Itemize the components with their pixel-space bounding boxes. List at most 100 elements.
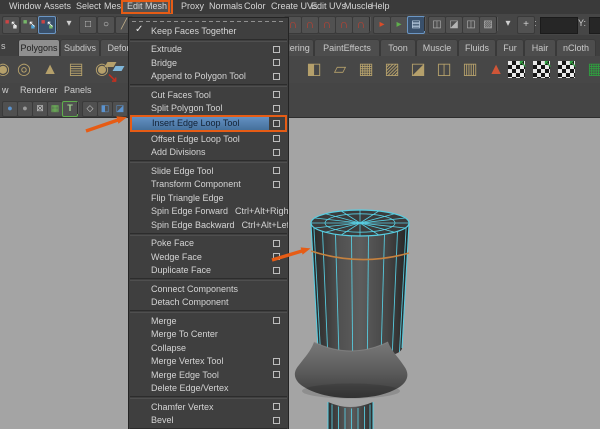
circle-select-icon[interactable]: ○ <box>97 16 115 34</box>
shelf-tab-partial[interactable]: s <box>1 41 6 51</box>
poly-cone-icon[interactable]: ▲ <box>38 58 62 82</box>
menu-item-flip-triangle-edge[interactable]: Flip Triangle Edge <box>129 191 288 205</box>
menu-item-duplicate-face[interactable]: Duplicate Face <box>129 264 288 278</box>
field-menu-arrow-icon[interactable]: ▾ <box>500 16 516 32</box>
menu-item-extrude[interactable]: Extrude <box>129 43 288 57</box>
menu-item-delete-edge-vertex[interactable]: Delete Edge/Vertex <box>129 382 288 396</box>
option-box[interactable] <box>273 167 280 175</box>
option-box[interactable] <box>273 253 280 261</box>
shelf-tab-painteffects[interactable]: PaintEffects <box>314 39 380 57</box>
menu-item-poke-face[interactable]: Poke Face <box>129 237 288 251</box>
menu-window[interactable]: Window <box>5 0 45 13</box>
uv-automatic-map-icon[interactable]: ▦ <box>583 58 600 82</box>
rect-select-icon[interactable]: □ <box>79 16 97 34</box>
uv-spherical-map-icon[interactable] <box>558 56 577 78</box>
poly-cube-icon[interactable]: ◧ <box>302 58 326 82</box>
shelf-tab-fluids[interactable]: Fluids <box>458 39 496 57</box>
option-box[interactable] <box>273 148 280 156</box>
option-box[interactable] <box>273 135 280 143</box>
option-box[interactable] <box>273 72 280 80</box>
option-box[interactable] <box>273 416 280 424</box>
poly-mesh-vertex-icon[interactable]: ▦ <box>354 58 378 82</box>
textured-cube-icon[interactable]: ◪ <box>112 101 128 117</box>
menu-item-merge-edge-tool[interactable]: Merge Edge Tool <box>129 368 288 382</box>
poly-torus-icon[interactable]: ◎ <box>12 58 36 82</box>
shelf-tab-subdivs[interactable]: Subdivs <box>60 39 100 57</box>
poly-plane-icon[interactable]: ▱ <box>328 58 352 82</box>
lighting-sphere-icon[interactable]: ● <box>2 101 18 117</box>
menu-item-transform-component[interactable]: Transform Component <box>129 178 288 192</box>
input-connections-icon[interactable]: ▸ <box>373 16 391 34</box>
menu-proxy[interactable]: Proxy <box>177 0 208 13</box>
poly-fold-icon[interactable]: ◪ <box>406 58 430 82</box>
shelf-tab-ncloth[interactable]: nCloth <box>556 39 596 57</box>
menu-item-spin-edge-backward[interactable]: Spin Edge Backward Ctrl+Alt+Left <box>129 218 288 232</box>
menu-assets[interactable]: Assets <box>40 0 75 13</box>
grid-display-icon[interactable]: ▦ <box>47 101 63 117</box>
viewport-3d[interactable] <box>0 117 600 429</box>
menu-item-slide-edge-tool[interactable]: Slide Edge Tool <box>129 164 288 178</box>
menu-item-insert-edge-loop-tool[interactable]: Insert Edge Loop Tool <box>130 115 287 132</box>
wireframe-cube-icon[interactable]: ◇ <box>82 101 98 117</box>
option-box[interactable] <box>273 45 280 53</box>
menu-item-bridge[interactable]: Bridge <box>129 56 288 70</box>
shelf-tab-hair[interactable]: Hair <box>524 39 556 57</box>
menu-item-detach-component[interactable]: Detach Component <box>129 296 288 310</box>
menu-item-collapse[interactable]: Collapse <box>129 341 288 355</box>
menu-item-wedge-face[interactable]: Wedge Face <box>129 250 288 264</box>
menu-help[interactable]: Help <box>367 0 394 13</box>
option-box[interactable] <box>273 180 280 188</box>
menu-item-chamfer-vertex[interactable]: Chamfer Vertex <box>129 400 288 414</box>
option-box[interactable] <box>273 266 280 274</box>
panel-menu-show-partial[interactable]: w <box>2 85 9 95</box>
shelf-tab-toon[interactable]: Toon <box>380 39 416 57</box>
output-connections-icon[interactable]: ▸ <box>390 16 408 34</box>
projection-axis-icon[interactable]: ▲ <box>484 58 508 82</box>
no-texture-icon[interactable]: ⊠ <box>32 101 48 117</box>
menu-edit-mesh[interactable]: Edit Mesh <box>120 0 174 15</box>
shelf-tab-fur[interactable]: Fur <box>496 39 524 57</box>
select-by-object-icon[interactable]: ■ ■ ↖ <box>20 16 38 34</box>
snap-to-curves-icon[interactable]: ∩ <box>301 16 319 34</box>
shaded-cube-icon[interactable]: ◧ <box>97 101 113 117</box>
select-by-component-icon[interactable]: ■ ■ ↖ <box>38 16 56 34</box>
select-by-hierarchy-icon[interactable]: ■ ■ ↖ <box>2 16 20 34</box>
menu-item-add-divisions[interactable]: Add Divisions <box>129 146 288 160</box>
menu-item-cut-faces-tool[interactable]: Cut Faces Tool <box>129 88 288 102</box>
poly-mesh-edge-icon[interactable]: ▨ <box>380 58 404 82</box>
make-live-icon[interactable]: ∩ <box>352 16 370 34</box>
option-box[interactable] <box>273 403 280 411</box>
construction-history-icon[interactable]: ▤ <box>407 16 425 34</box>
snap-to-points-icon[interactable]: ∩ <box>318 16 336 34</box>
option-box[interactable] <box>273 357 280 365</box>
option-box[interactable] <box>273 104 280 112</box>
snap-menu-arrow-icon[interactable]: ▾ <box>61 16 77 32</box>
poly-split-icon[interactable]: ◫ <box>432 58 456 82</box>
menu-item-offset-edge-loop-tool[interactable]: Offset Edge Loop Tool <box>129 132 288 146</box>
menu-color[interactable]: Color <box>240 0 270 13</box>
menu-item-split-polygon-tool[interactable]: Split Polygon Tool <box>129 102 288 116</box>
menu-item-append-to-polygon-tool[interactable]: Append to Polygon Tool <box>129 70 288 84</box>
film-gate-icon[interactable]: T <box>62 101 78 117</box>
option-box[interactable] <box>273 317 280 325</box>
menu-item-keep-faces-together[interactable]: ✓ Keep Faces Together <box>129 24 288 38</box>
option-box[interactable] <box>273 120 280 127</box>
open-render-view-icon[interactable]: ◫ <box>428 16 446 34</box>
menu-item-merge-to-center[interactable]: Merge To Center <box>129 328 288 342</box>
shelf-tab-muscle[interactable]: Muscle <box>416 39 458 57</box>
uv-cylindrical-map-icon[interactable] <box>533 56 552 78</box>
poly-combine-icon[interactable]: ▥ <box>458 58 482 82</box>
ipr-render-icon[interactable]: ◫ <box>462 16 480 34</box>
extract-faces-icon[interactable]: ↘ <box>103 58 127 85</box>
menu-item-spin-edge-forward[interactable]: Spin Edge Forward Ctrl+Alt+Right <box>129 205 288 219</box>
menu-item-connect-components[interactable]: Connect Components <box>129 282 288 296</box>
panel-menu-panels[interactable]: Panels <box>64 85 92 95</box>
option-box[interactable] <box>273 91 280 99</box>
shelf-tab-polygons[interactable]: Polygons <box>18 39 60 57</box>
poly-cylinder-icon[interactable]: ▤ <box>64 58 88 82</box>
menu-item-merge-vertex-tool[interactable]: Merge Vertex Tool <box>129 355 288 369</box>
option-box[interactable] <box>273 371 280 379</box>
y-input[interactable] <box>589 17 600 34</box>
menu-item-bevel[interactable]: Bevel <box>129 414 288 428</box>
panel-menu-renderer[interactable]: Renderer <box>20 85 58 95</box>
